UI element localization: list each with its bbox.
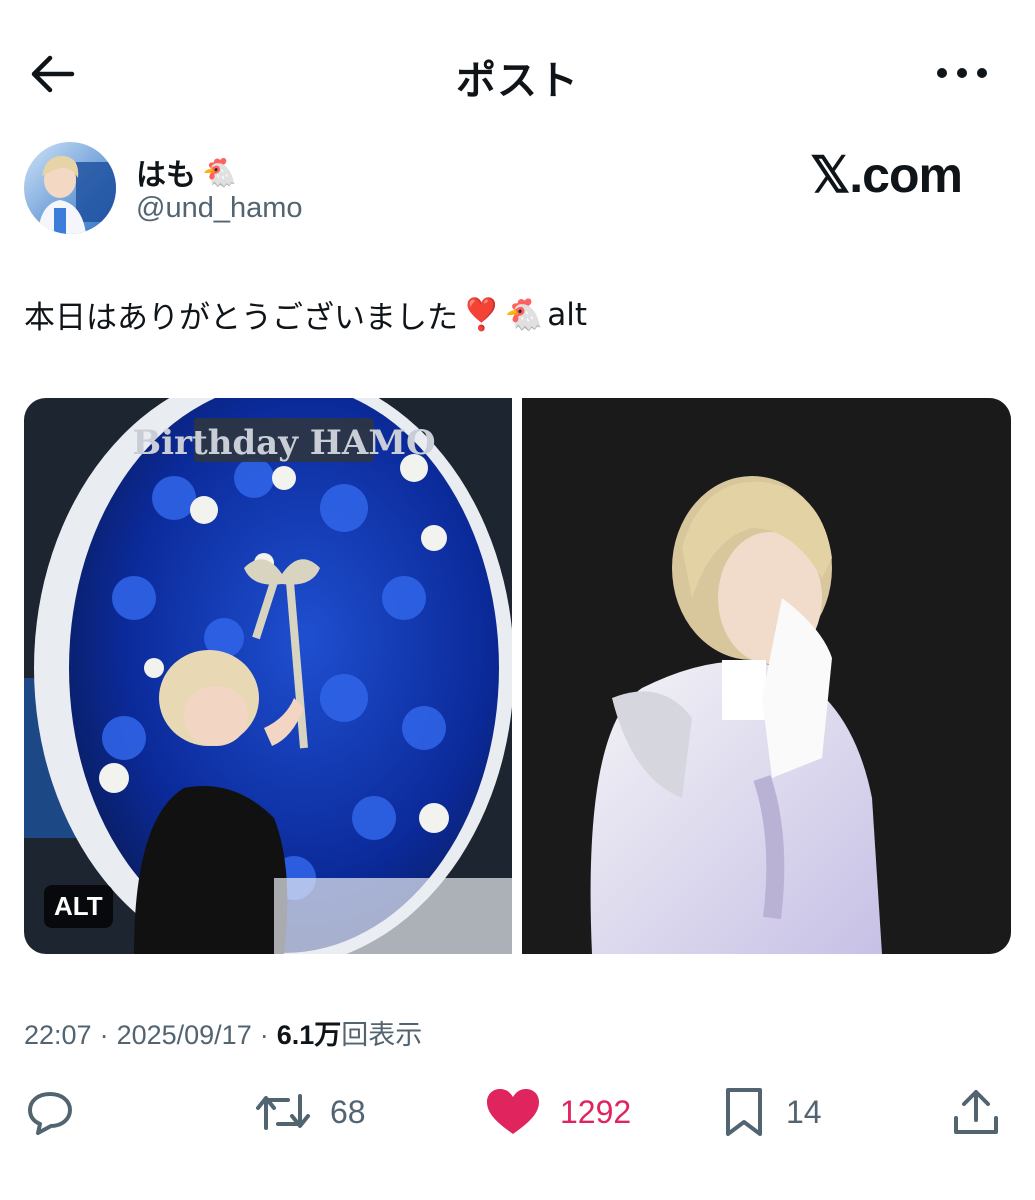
ellipsis-icon — [937, 68, 987, 78]
reply-button[interactable] — [24, 1080, 94, 1144]
bookmark-icon — [726, 1088, 762, 1136]
post-meta: 22:07 · 2025/09/17 · 6.1万回表示 — [24, 1013, 422, 1052]
heart-filled-icon — [487, 1089, 539, 1134]
repost-icon — [256, 1094, 310, 1130]
display-name-row[interactable]: はも 🐔 — [136, 150, 237, 194]
share-icon — [954, 1090, 998, 1134]
separator: · — [99, 1020, 109, 1050]
media-grid: Birthday HAMO ALT — [24, 398, 1011, 954]
reply-icon — [28, 1092, 72, 1135]
more-options-button[interactable] — [932, 55, 992, 91]
post-text-tail: alt — [547, 296, 587, 333]
photo-flower-stand[interactable]: Birthday HAMO ALT — [24, 398, 512, 954]
post-text: 本日はありがとうございました ❣️ 🐔 alt — [24, 292, 587, 337]
like-count: 1292 — [560, 1093, 632, 1130]
view-count-label: 回表示 — [341, 1020, 423, 1050]
heart-exclamation-emoji-icon: ❣️ — [462, 297, 501, 333]
author-header: はも 🐔 @und_hamo 𝕏.com — [24, 142, 1014, 236]
top-bar: ポスト — [0, 0, 1035, 140]
share-button[interactable] — [950, 1080, 1002, 1144]
chicken-emoji-icon: 🐔 — [504, 297, 544, 333]
avatar[interactable] — [24, 142, 116, 234]
alt-badge[interactable]: ALT — [44, 885, 113, 928]
chicken-emoji-icon: 🐔 — [202, 155, 237, 189]
repost-count: 68 — [330, 1093, 366, 1130]
bookmark-count: 14 — [786, 1093, 822, 1130]
action-bar: 68 1292 14 — [0, 1080, 1035, 1144]
stand-sign-text: Birthday HAMO — [132, 423, 435, 463]
photo-portrait[interactable] — [522, 398, 1011, 954]
display-name: はも — [136, 158, 196, 193]
view-count-value: 6.1万 — [276, 1020, 342, 1050]
post-text-body: 本日はありがとうございました — [24, 300, 458, 336]
post-date: 2025/09/17 — [116, 1020, 252, 1050]
view-count[interactable]: 6.1万回表示 — [277, 1013, 423, 1052]
x-com-watermark: 𝕏.com — [810, 147, 963, 203]
page-title: ポスト — [456, 58, 579, 104]
like-button[interactable]: 1292 — [484, 1080, 631, 1144]
separator: · — [259, 1020, 269, 1050]
user-handle[interactable]: @und_hamo — [136, 192, 303, 225]
post-time: 22:07 — [24, 1020, 92, 1050]
bookmark-button[interactable]: 14 — [720, 1080, 822, 1144]
repost-button[interactable]: 68 — [254, 1080, 366, 1144]
